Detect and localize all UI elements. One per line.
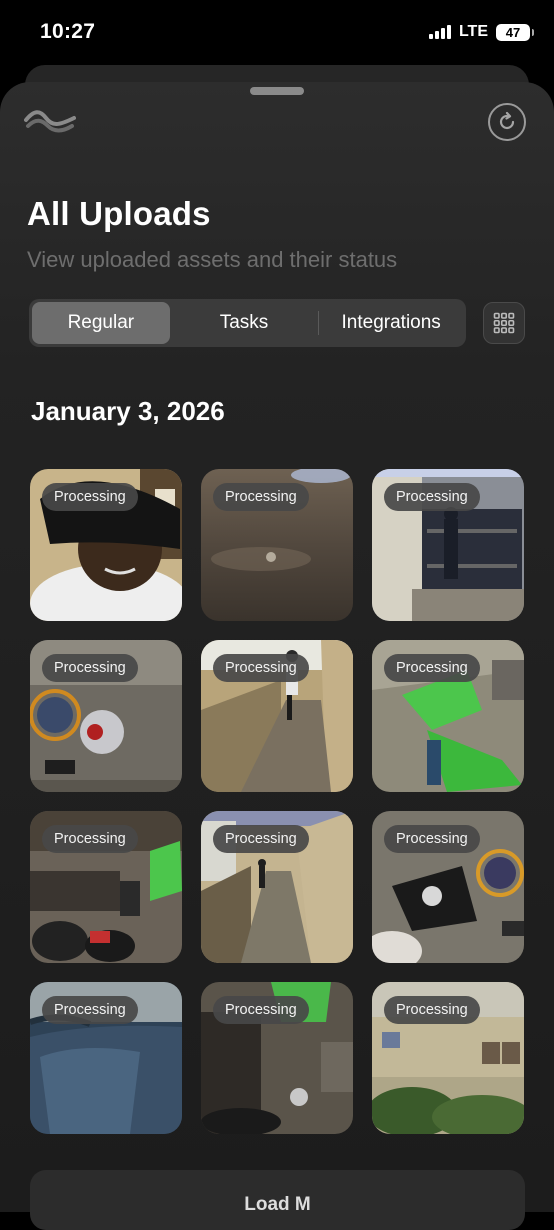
- status-badge: Processing: [213, 996, 309, 1024]
- uploads-grid: Processing Processing Processing Process…: [30, 469, 525, 1134]
- upload-thumbnail[interactable]: Processing: [30, 640, 182, 792]
- status-badge: Processing: [384, 825, 480, 853]
- date-heading: January 3, 2026: [31, 396, 225, 426]
- status-badge: Processing: [213, 654, 309, 682]
- network-type: LTE: [458, 23, 488, 40]
- grid-view-button[interactable]: [483, 302, 525, 344]
- status-badge: Processing: [42, 654, 138, 682]
- status-badge: Processing: [42, 825, 138, 853]
- status-bar: 10:27 LTE 47: [0, 0, 554, 64]
- refresh-button[interactable]: [488, 103, 526, 141]
- tab-integrations[interactable]: Integrations: [319, 302, 463, 344]
- page-title: All Uploads: [27, 195, 211, 232]
- battery-level: 47: [505, 24, 521, 40]
- upload-thumbnail[interactable]: Processing: [372, 469, 524, 621]
- tab-tasks[interactable]: Tasks: [170, 302, 319, 344]
- wave-logo-icon: [24, 106, 76, 138]
- status-badge: Processing: [213, 825, 309, 853]
- load-more-button[interactable]: Load M: [30, 1170, 525, 1230]
- page-subtitle: View uploaded assets and their status: [27, 247, 398, 272]
- upload-thumbnail[interactable]: Processing: [372, 640, 524, 792]
- tab-regular[interactable]: Regular: [32, 302, 170, 344]
- status-badge: Processing: [384, 654, 480, 682]
- upload-thumbnail[interactable]: Processing: [201, 982, 353, 1134]
- upload-thumbnail[interactable]: Processing: [30, 982, 182, 1134]
- battery-icon: 47: [496, 23, 534, 41]
- refresh-icon: [499, 111, 515, 130]
- upload-thumbnail[interactable]: Processing: [30, 469, 182, 621]
- upload-thumbnail[interactable]: Processing: [372, 982, 524, 1134]
- uploads-sheet: All Uploads View uploaded assets and the…: [0, 82, 554, 1230]
- upload-thumbnail[interactable]: Processing: [201, 640, 353, 792]
- status-badge: Processing: [42, 996, 138, 1024]
- status-indicators: LTE 47: [428, 23, 534, 41]
- status-badge: Processing: [384, 996, 480, 1024]
- upload-type-tabs: Regular Tasks Integrations: [29, 299, 466, 347]
- status-badge: Processing: [384, 483, 480, 511]
- upload-thumbnail[interactable]: Processing: [30, 811, 182, 963]
- sheet-grabber[interactable]: [250, 87, 304, 95]
- signal-icon: [428, 25, 451, 39]
- grid-view-icon: [493, 312, 515, 334]
- upload-thumbnail[interactable]: Processing: [372, 811, 524, 963]
- clock: 10:27: [40, 20, 96, 43]
- upload-thumbnail[interactable]: Processing: [201, 811, 353, 963]
- status-badge: Processing: [213, 483, 309, 511]
- status-badge: Processing: [42, 483, 138, 511]
- upload-thumbnail[interactable]: Processing: [201, 469, 353, 621]
